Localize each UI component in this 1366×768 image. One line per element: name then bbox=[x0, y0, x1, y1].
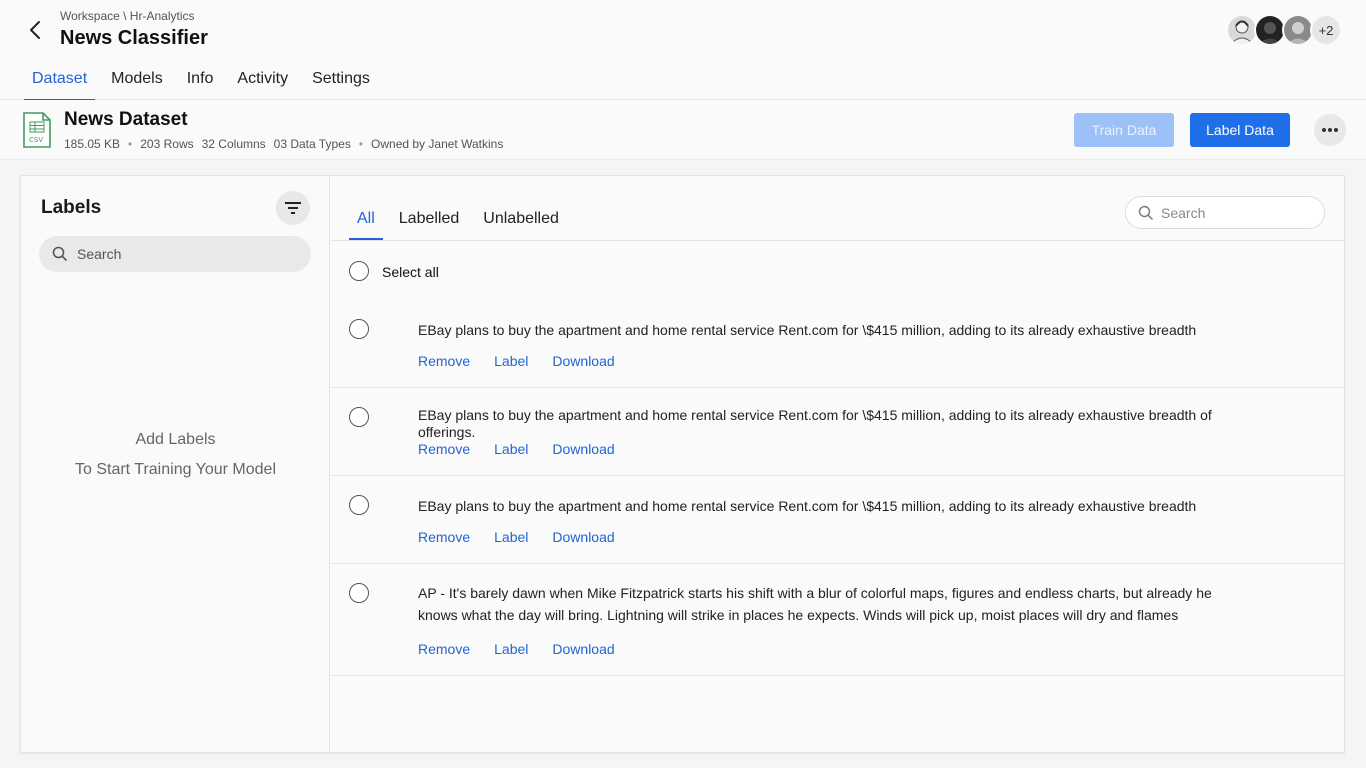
list-item: EBay plans to buy the apartment and home… bbox=[331, 495, 1345, 564]
tab-unlabelled[interactable]: Unlabelled bbox=[475, 204, 567, 240]
row-actions: Remove Label Download bbox=[418, 529, 639, 545]
filter-icon[interactable] bbox=[276, 191, 310, 225]
tab-settings[interactable]: Settings bbox=[304, 64, 378, 101]
row-actions: Remove Label Download bbox=[418, 641, 639, 657]
separator-dot: • bbox=[128, 137, 133, 151]
list-item: AP - It's barely dawn when Mike Fitzpatr… bbox=[331, 583, 1345, 676]
list-item: EBay plans to buy the apartment and home… bbox=[331, 319, 1345, 388]
row-actions: Remove Label Download bbox=[418, 441, 639, 457]
row-text: EBay plans to buy the apartment and home… bbox=[418, 498, 1197, 514]
row-text: AP - It's barely dawn when Mike Fitzpatr… bbox=[418, 585, 1212, 623]
remove-link[interactable]: Remove bbox=[418, 353, 470, 369]
main-tabs: Dataset Models Info Activity Settings bbox=[24, 64, 386, 101]
data-filter-tabs: All Labelled Unlabelled bbox=[349, 204, 575, 240]
breadcrumb[interactable]: Workspace \ Hr-Analytics bbox=[60, 9, 194, 23]
download-link[interactable]: Download bbox=[552, 441, 614, 457]
row-select-radio[interactable] bbox=[349, 407, 369, 427]
download-link[interactable]: Download bbox=[552, 529, 614, 545]
list-item: EBay plans to buy the apartment and home… bbox=[331, 407, 1345, 476]
row-actions: Remove Label Download bbox=[418, 353, 639, 369]
tabs-divider bbox=[331, 240, 1345, 241]
csv-file-icon: CSV bbox=[22, 111, 52, 149]
select-all-label: Select all bbox=[382, 264, 439, 280]
dataset-owner: Owned by Janet Watkins bbox=[371, 137, 504, 151]
train-data-button[interactable]: Train Data bbox=[1074, 113, 1174, 147]
tab-dataset[interactable]: Dataset bbox=[24, 64, 96, 101]
tab-info[interactable]: Info bbox=[179, 64, 222, 101]
svg-text:CSV: CSV bbox=[29, 136, 43, 144]
empty-state-title: Add Labels bbox=[135, 431, 216, 448]
data-panel: All Labelled Unlabelled Select all EBay … bbox=[331, 176, 1345, 752]
label-link[interactable]: Label bbox=[494, 529, 528, 545]
labels-panel: Labels Add Labels To Start Training Your… bbox=[21, 176, 330, 752]
remove-link[interactable]: Remove bbox=[418, 529, 470, 545]
row-select-radio[interactable] bbox=[349, 319, 369, 339]
dataset-rows: 203 Rows bbox=[140, 137, 194, 151]
row-select-radio[interactable] bbox=[349, 583, 369, 603]
label-link[interactable]: Label bbox=[494, 353, 528, 369]
row-text: EBay plans to buy the apartment and home… bbox=[418, 407, 1212, 440]
label-link[interactable]: Label bbox=[494, 641, 528, 657]
dataset-title: News Dataset bbox=[64, 109, 188, 130]
row-text: EBay plans to buy the apartment and home… bbox=[418, 322, 1197, 338]
tab-all[interactable]: All bbox=[349, 204, 383, 240]
content-panel: Labels Add Labels To Start Training Your… bbox=[20, 175, 1345, 753]
dataset-types: 03 Data Types bbox=[273, 137, 351, 151]
tab-activity[interactable]: Activity bbox=[229, 64, 296, 101]
more-collaborators-badge[interactable]: +2 bbox=[1310, 14, 1342, 46]
labels-search-input[interactable] bbox=[77, 236, 297, 272]
label-link[interactable]: Label bbox=[494, 441, 528, 457]
download-link[interactable]: Download bbox=[552, 641, 614, 657]
back-arrow-icon[interactable] bbox=[24, 18, 48, 42]
search-icon bbox=[1138, 205, 1154, 226]
label-data-button[interactable]: Label Data bbox=[1190, 113, 1290, 147]
select-all-radio[interactable] bbox=[349, 261, 369, 281]
remove-link[interactable]: Remove bbox=[418, 441, 470, 457]
remove-link[interactable]: Remove bbox=[418, 641, 470, 657]
app-header: Workspace \ Hr-Analytics News Classifier… bbox=[0, 0, 1366, 101]
tab-models[interactable]: Models bbox=[103, 64, 171, 101]
separator-dot: • bbox=[358, 137, 364, 151]
data-search-input[interactable] bbox=[1161, 197, 1311, 228]
tab-labelled[interactable]: Labelled bbox=[391, 204, 468, 240]
empty-state-subtitle: To Start Training Your Model bbox=[74, 461, 276, 478]
data-search bbox=[1125, 196, 1325, 229]
dataset-meta: 185.05 KB • 203 Rows 32 Columns 03 Data … bbox=[64, 137, 511, 151]
more-options-icon[interactable] bbox=[1314, 114, 1346, 146]
dataset-columns: 32 Columns bbox=[201, 137, 266, 151]
labels-title: Labels bbox=[41, 197, 102, 218]
download-link[interactable]: Download bbox=[552, 353, 614, 369]
dataset-size: 185.05 KB bbox=[64, 137, 121, 151]
page-title: News Classifier bbox=[60, 27, 208, 49]
search-icon bbox=[52, 246, 68, 267]
collaborator-avatars[interactable]: +2 bbox=[1226, 14, 1342, 46]
row-select-radio[interactable] bbox=[349, 495, 369, 515]
labels-search bbox=[39, 236, 311, 272]
dataset-bar: CSV News Dataset 185.05 KB • 203 Rows 32… bbox=[0, 100, 1366, 160]
